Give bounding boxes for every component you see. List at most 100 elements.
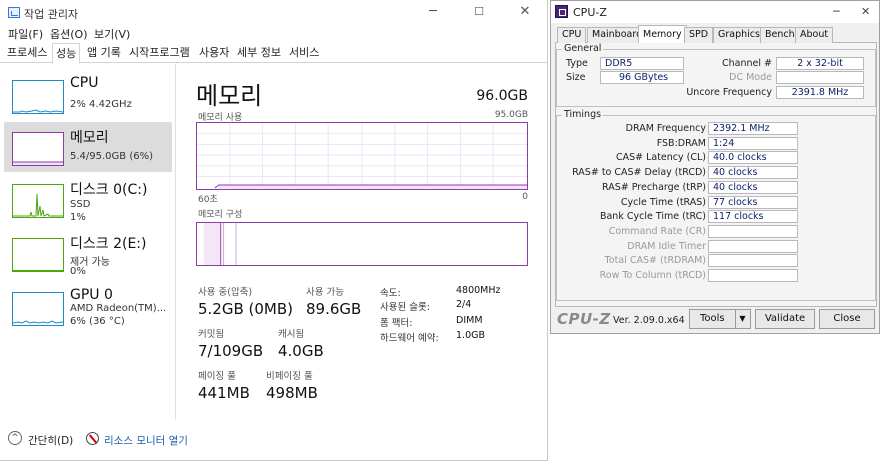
cpuz-window-title: CPU-Z — [573, 6, 607, 19]
type-label: Type — [566, 58, 588, 69]
available-value: 89.6GB — [306, 300, 362, 318]
tab-graphics[interactable]: Graphics — [713, 27, 765, 43]
fewer-details-link[interactable]: 간단히(D) — [28, 433, 73, 448]
cpuz-icon — [555, 5, 568, 18]
performance-sidebar: CPU 2% 4.42GHz 메모리 5.4/95.0GB (6%) 디스크 0… — [0, 64, 176, 420]
tab-memory[interactable]: Memory — [638, 25, 687, 44]
tab-spd[interactable]: SPD — [684, 27, 714, 43]
tab-startup[interactable]: 시작프로그램 — [126, 45, 193, 63]
window-title: 작업 관리자 — [24, 8, 79, 21]
cpuz-close-dialog-button[interactable]: Close — [819, 309, 875, 329]
axis-zero-label: 0 — [522, 192, 528, 202]
cpuz-memory-page: General Type DDR5 Size 96 GBytes Channel… — [555, 43, 877, 307]
task-manager-window: 작업 관리자 ─ ☐ ✕ 파일(F) 옵션(O) 보기(V) 프로세스 성능 앱… — [0, 0, 548, 461]
channel-value: 2 x 32-bit — [776, 57, 864, 70]
timing-value: 1:24 — [708, 136, 798, 150]
timing-label: Cycle Time (tRAS) — [620, 196, 706, 208]
sidebar-item-disk-2[interactable]: 디스크 2(E:) 제거 가능 0% — [4, 228, 172, 278]
in-use-label: 사용 중(압축) — [198, 287, 253, 298]
dc-mode-label: DC Mode — [729, 72, 772, 83]
tab-cpu[interactable]: CPU — [557, 27, 587, 43]
memory-usage-graph — [196, 122, 528, 190]
committed-value: 7/109GB — [198, 342, 264, 360]
sidebar-item-disk-0[interactable]: 디스크 0(C:) SSD 1% — [4, 174, 172, 224]
tab-users[interactable]: 사용자 — [196, 45, 232, 63]
paged-pool-label: 페이징 풀 — [198, 371, 236, 382]
memory-usage-fill — [218, 185, 527, 189]
cpuz-tab-bar: CPU Mainboard Memory SPD Graphics Bench … — [555, 25, 877, 44]
cpuz-version: Ver. 2.09.0.x64 — [613, 315, 685, 326]
tab-details[interactable]: 세부 정보 — [234, 45, 284, 63]
cpuz-brand-logo: CPU-Z — [557, 310, 611, 328]
cpuz-minimize-button[interactable]: ─ — [833, 5, 840, 18]
maximize-button[interactable]: ☐ — [456, 0, 502, 24]
committed-label: 커밋됨 — [198, 329, 225, 340]
close-button[interactable]: ✕ — [502, 0, 547, 24]
channel-label: Channel # — [722, 58, 772, 69]
cpuz-bottom-bar: CPU-Z Ver. 2.09.0.x64 Tools ▼ Validate C… — [555, 309, 877, 331]
timing-value: 77 clocks — [708, 195, 798, 209]
menu-options[interactable]: 옵션(O) — [50, 26, 87, 42]
sidebar-item-label: 메모리 — [70, 130, 109, 146]
available-label: 사용 가능 — [306, 287, 344, 298]
size-label: Size — [566, 72, 586, 83]
nonpaged-pool-label: 비페이징 풀 — [266, 371, 313, 382]
minimize-button[interactable]: ─ — [410, 0, 456, 24]
tab-services[interactable]: 서비스 — [286, 45, 322, 63]
title-bar[interactable]: 작업 관리자 ─ ☐ ✕ — [0, 0, 547, 24]
size-value: 96 GBytes — [600, 71, 684, 84]
cpu-mini-graph — [12, 80, 64, 114]
speed-value: 4800MHz — [456, 285, 501, 296]
task-manager-icon — [8, 7, 20, 18]
timing-label: CAS# Latency (CL) — [615, 152, 706, 164]
menu-file[interactable]: 파일(F) — [8, 26, 43, 42]
timing-value: 2392.1 MHz — [708, 122, 798, 135]
cpuz-close-button[interactable]: ✕ — [861, 5, 870, 18]
sidebar-item-usage: 0% — [70, 266, 86, 277]
form-factor-value: DIMM — [456, 315, 483, 326]
timing-value: 40 clocks — [708, 180, 798, 194]
sidebar-item-detail: AMD Radeon(TM)... — [70, 303, 167, 314]
general-group-title: General — [562, 43, 604, 54]
task-manager-footer: ^ 간단히(D) 리소스 모니터 열기 — [0, 421, 547, 460]
tools-dropdown-icon[interactable]: ▼ — [735, 310, 749, 328]
cpuz-window: CPU-Z ─ ✕ CPU Mainboard Memory SPD Graph… — [550, 0, 880, 334]
timing-label: Row To Column (tRCD) — [599, 270, 706, 281]
timings-group-title: Timings — [562, 109, 604, 120]
sidebar-item-cpu[interactable]: CPU 2% 4.42GHz — [4, 70, 172, 120]
memory-mini-graph — [12, 132, 64, 166]
tools-button[interactable]: Tools ▼ — [689, 309, 751, 329]
sidebar-item-label: 디스크 2(E:) — [70, 236, 147, 252]
open-resource-monitor-link[interactable]: 리소스 모니터 열기 — [104, 433, 188, 448]
memory-panel: 메모리 96.0GB 메모리 사용 95.0GB 60초 0 메모리 구성 사용… — [196, 64, 536, 420]
timing-value: 117 clocks — [708, 210, 798, 224]
sidebar-item-detail: 5.4/95.0GB (6%) — [70, 151, 153, 162]
sidebar-item-memory[interactable]: 메모리 5.4/95.0GB (6%) — [4, 122, 172, 172]
tab-bar: 프로세스 성능 앱 기록 시작프로그램 사용자 세부 정보 서비스 — [0, 43, 547, 64]
desktop: 작업 관리자 ─ ☐ ✕ 파일(F) 옵션(O) 보기(V) 프로세스 성능 앱… — [0, 0, 880, 461]
paged-pool-value: 441MB — [198, 384, 250, 402]
chevron-up-icon[interactable]: ^ — [8, 431, 22, 445]
tab-bench[interactable]: Bench — [760, 27, 800, 43]
hardware-reserved-label: 하드웨어 예약: — [380, 333, 439, 344]
form-factor-label: 폼 팩터: — [380, 318, 413, 329]
uncore-frequency-label: Uncore Frequency — [686, 87, 772, 98]
disk-2-mini-graph — [12, 238, 64, 272]
timing-label: Total CAS# (tRDRAM) — [604, 255, 706, 267]
timing-label: DRAM Frequency — [625, 123, 706, 134]
validate-button[interactable]: Validate — [755, 309, 815, 329]
tab-about[interactable]: About — [795, 27, 834, 43]
type-value: DDR5 — [600, 57, 684, 70]
sidebar-item-gpu-0[interactable]: GPU 0 AMD Radeon(TM)... 6% (36 °C) — [4, 282, 172, 332]
tab-app-history[interactable]: 앱 기록 — [84, 45, 124, 63]
cpuz-title-bar[interactable]: CPU-Z ─ ✕ — [551, 1, 879, 23]
memory-composition-bar — [196, 222, 528, 266]
tab-performance[interactable]: 성능 — [52, 43, 81, 64]
sidebar-item-label: GPU 0 — [70, 287, 113, 303]
timing-value: 40 clocks — [708, 166, 798, 180]
sidebar-item-label: CPU — [70, 75, 99, 91]
memory-usage-max: 95.0GB — [494, 110, 528, 120]
in-use-value: 5.2GB (0MB) — [198, 300, 294, 318]
tab-processes[interactable]: 프로세스 — [4, 45, 50, 63]
menu-view[interactable]: 보기(V) — [94, 26, 130, 42]
